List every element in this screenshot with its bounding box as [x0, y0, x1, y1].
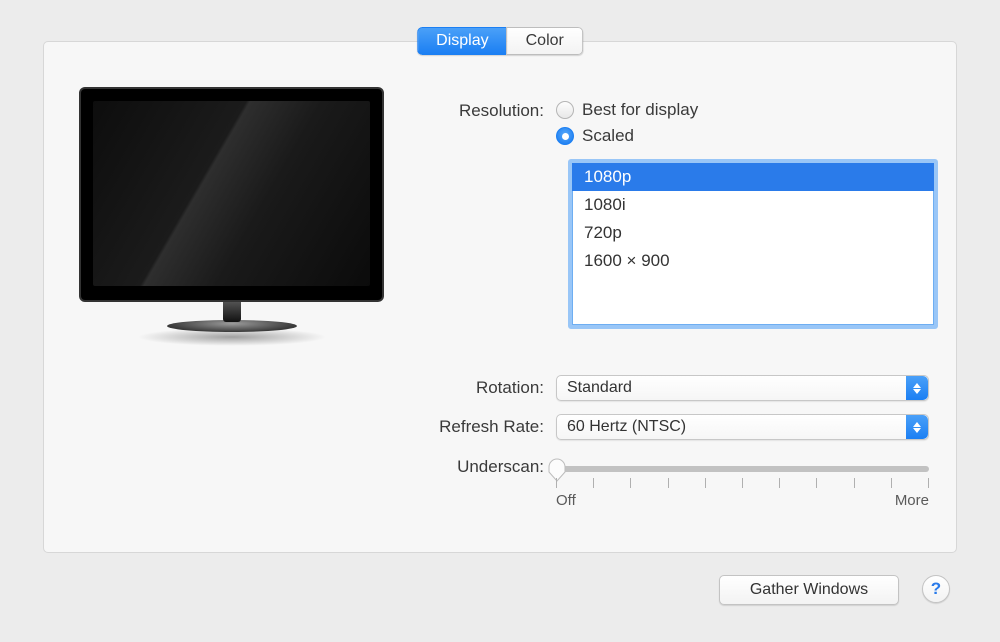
- chevron-up-down-icon: [906, 415, 928, 439]
- rotation-select[interactable]: Standard: [556, 375, 929, 401]
- resolution-row: Resolution: Best for display Scaled: [406, 100, 698, 146]
- rotation-label: Rotation:: [406, 377, 556, 399]
- resolution-radio-scaled[interactable]: Scaled: [556, 126, 698, 146]
- refresh-rate-row: Refresh Rate: 60 Hertz (NTSC): [406, 414, 929, 440]
- list-item[interactable]: 720p: [572, 219, 934, 247]
- chevron-up-down-icon: [906, 376, 928, 400]
- underscan-max-label: More: [895, 492, 929, 509]
- tab-segmented-control: Display Color: [417, 27, 583, 55]
- refresh-rate-value: 60 Hertz (NTSC): [567, 418, 686, 436]
- underscan-slider[interactable]: Off More: [556, 458, 929, 509]
- rotation-value: Standard: [567, 379, 632, 397]
- radio-icon: [556, 101, 574, 119]
- underscan-label: Underscan:: [406, 458, 556, 476]
- radio-icon: [556, 127, 574, 145]
- rotation-row: Rotation: Standard: [406, 375, 929, 401]
- tab-color[interactable]: Color: [507, 27, 583, 55]
- list-item[interactable]: 1600 × 900: [572, 247, 934, 275]
- resolution-radio-group: Best for display Scaled: [556, 100, 698, 146]
- refresh-rate-label: Refresh Rate:: [406, 416, 556, 438]
- radio-label: Best for display: [582, 100, 698, 120]
- slider-ticks: [556, 478, 929, 490]
- display-panel: Display Color Resolution: Best for displ…: [43, 41, 957, 553]
- refresh-rate-select[interactable]: 60 Hertz (NTSC): [556, 414, 929, 440]
- resolution-label: Resolution:: [406, 100, 556, 122]
- underscan-row: Underscan: Off More: [406, 458, 929, 509]
- list-item[interactable]: 1080p: [572, 163, 934, 191]
- resolution-radio-best[interactable]: Best for display: [556, 100, 698, 120]
- radio-label: Scaled: [582, 126, 634, 146]
- question-mark-icon: ?: [931, 579, 941, 599]
- tv-preview-image: [79, 87, 384, 357]
- tab-display[interactable]: Display: [417, 27, 506, 55]
- resolution-scaled-listbox[interactable]: 1080p 1080i 720p 1600 × 900: [568, 159, 938, 329]
- list-item[interactable]: 1080i: [572, 191, 934, 219]
- help-button[interactable]: ?: [922, 575, 950, 603]
- underscan-min-label: Off: [556, 492, 576, 509]
- gather-windows-button[interactable]: Gather Windows: [719, 575, 899, 605]
